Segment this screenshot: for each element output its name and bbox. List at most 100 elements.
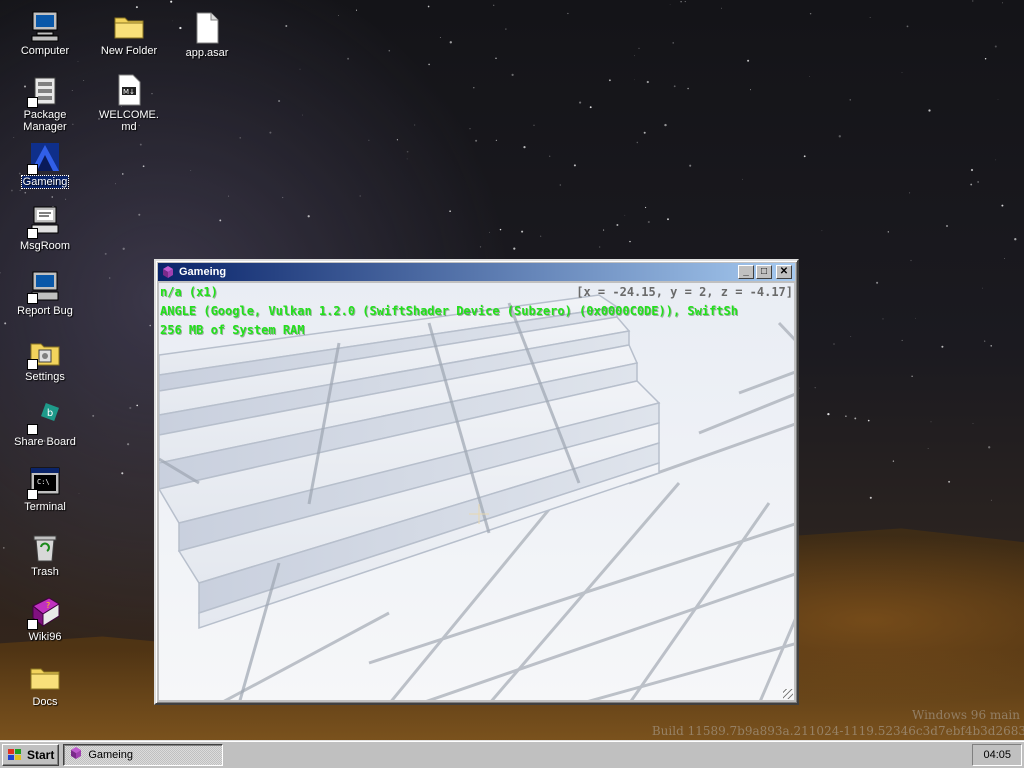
star: [269, 131, 272, 134]
star: [109, 277, 111, 279]
close-button[interactable]: ✕: [776, 265, 792, 279]
star: [869, 496, 872, 499]
star: [927, 448, 929, 449]
desktop-icon-share-board[interactable]: b Share Board: [10, 401, 80, 448]
star: [355, 9, 358, 11]
star: [307, 215, 310, 218]
build-watermark-line1: Windows 96 main: [911, 708, 1020, 722]
computer-icon: [29, 10, 61, 42]
system-tray[interactable]: 04:05: [972, 743, 1022, 766]
star: [869, 17, 871, 18]
clock: 04:05: [983, 748, 1011, 761]
window-titlebar[interactable]: Gameing _ □ ✕: [158, 263, 795, 281]
star: [83, 80, 85, 82]
star: [882, 318, 884, 320]
desktop-icon-wiki96[interactable]: ? Wiki96: [10, 596, 80, 643]
windows-logo-icon: [7, 748, 23, 762]
desktop-icon-trash[interactable]: Trash: [10, 531, 80, 578]
star: [994, 45, 997, 48]
gameing-window: Gameing _ □ ✕ n/a (x1) [x = -24.15, y = …: [154, 259, 799, 705]
star: [10, 189, 13, 192]
star: [910, 259, 912, 262]
hud-fps: n/a (x1): [160, 285, 218, 299]
desktop-icon-report-bug[interactable]: Report Bug: [10, 270, 80, 317]
star: [282, 196, 284, 199]
file-icon: [191, 12, 223, 44]
star: [803, 155, 806, 158]
resize-grip[interactable]: [783, 689, 793, 699]
desktop-icon-package-manager[interactable]: Package Manager: [10, 74, 80, 133]
star: [915, 317, 916, 319]
desktop-icon-new-folder[interactable]: New Folder: [94, 10, 164, 57]
desktop-icon-gameing[interactable]: Gameing: [10, 141, 80, 189]
folder-icon: [29, 661, 61, 693]
star: [499, 228, 502, 231]
star: [285, 25, 288, 27]
star: [892, 460, 895, 462]
star: [19, 189, 21, 191]
desktop-icon-computer[interactable]: Computer: [10, 10, 80, 57]
star: [138, 213, 141, 216]
star: [427, 5, 430, 8]
gameing-icon: [27, 141, 61, 175]
star: [634, 55, 635, 57]
star: [115, 183, 116, 185]
desktop-icon-docs[interactable]: Docs: [10, 661, 80, 708]
star: [359, 195, 361, 197]
package-manager-icon: [27, 74, 61, 108]
star: [495, 139, 498, 142]
star: [689, 164, 692, 167]
star: [636, 141, 638, 144]
desktop-icon-settings[interactable]: Settings: [10, 336, 80, 383]
star: [821, 230, 823, 232]
star: [1014, 238, 1017, 241]
star: [51, 196, 53, 198]
star: [827, 412, 830, 416]
star: [347, 57, 350, 60]
settings-icon: [27, 336, 61, 370]
gameing-icon: [161, 265, 175, 279]
star: [988, 446, 991, 449]
desktop-icon-label: Settings: [25, 371, 65, 383]
star: [970, 183, 973, 186]
star: [13, 136, 15, 138]
desktop-icon-terminal[interactable]: C:\ Terminal: [10, 466, 80, 513]
desktop-icon-welcome-md[interactable]: M↓ WELCOME.md: [94, 74, 164, 133]
star: [995, 159, 997, 161]
desktop-icon-label: New Folder: [100, 45, 158, 57]
star: [930, 421, 932, 423]
star: [629, 240, 631, 243]
star: [368, 139, 370, 141]
trash-icon: [29, 531, 61, 563]
star: [170, 0, 173, 3]
wiki-book-icon: ?: [27, 596, 61, 630]
star: [645, 206, 647, 209]
star: [906, 25, 909, 28]
maximize-button[interactable]: □: [756, 265, 772, 279]
star: [909, 192, 911, 194]
star: [413, 124, 416, 126]
star: [439, 37, 441, 38]
star: [809, 76, 810, 77]
start-button[interactable]: Start: [2, 743, 60, 766]
star: [901, 339, 903, 341]
star: [513, 247, 516, 250]
game-canvas[interactable]: n/a (x1) [x = -24.15, y = 2, z = -4.17] …: [159, 283, 794, 700]
svg-text:?: ?: [46, 601, 50, 610]
star: [24, 191, 27, 194]
star: [603, 229, 605, 231]
minimize-button[interactable]: _: [738, 265, 754, 279]
star: [104, 252, 107, 255]
star: [680, 0, 682, 3]
desktop-icon-app-asar[interactable]: app.asar: [172, 12, 242, 59]
taskbar-item-gameing[interactable]: Gameing: [63, 743, 224, 766]
desktop-icon-label: Terminal: [24, 501, 66, 513]
star: [809, 12, 812, 15]
star: [139, 143, 142, 146]
desktop-icon-label: Report Bug: [17, 305, 73, 317]
star: [749, 89, 751, 91]
star: [511, 73, 514, 76]
star: [573, 164, 576, 167]
desktop-icon-msgroom[interactable]: MsgRoom: [10, 205, 80, 252]
taskbar-item-label: Gameing: [88, 748, 133, 761]
